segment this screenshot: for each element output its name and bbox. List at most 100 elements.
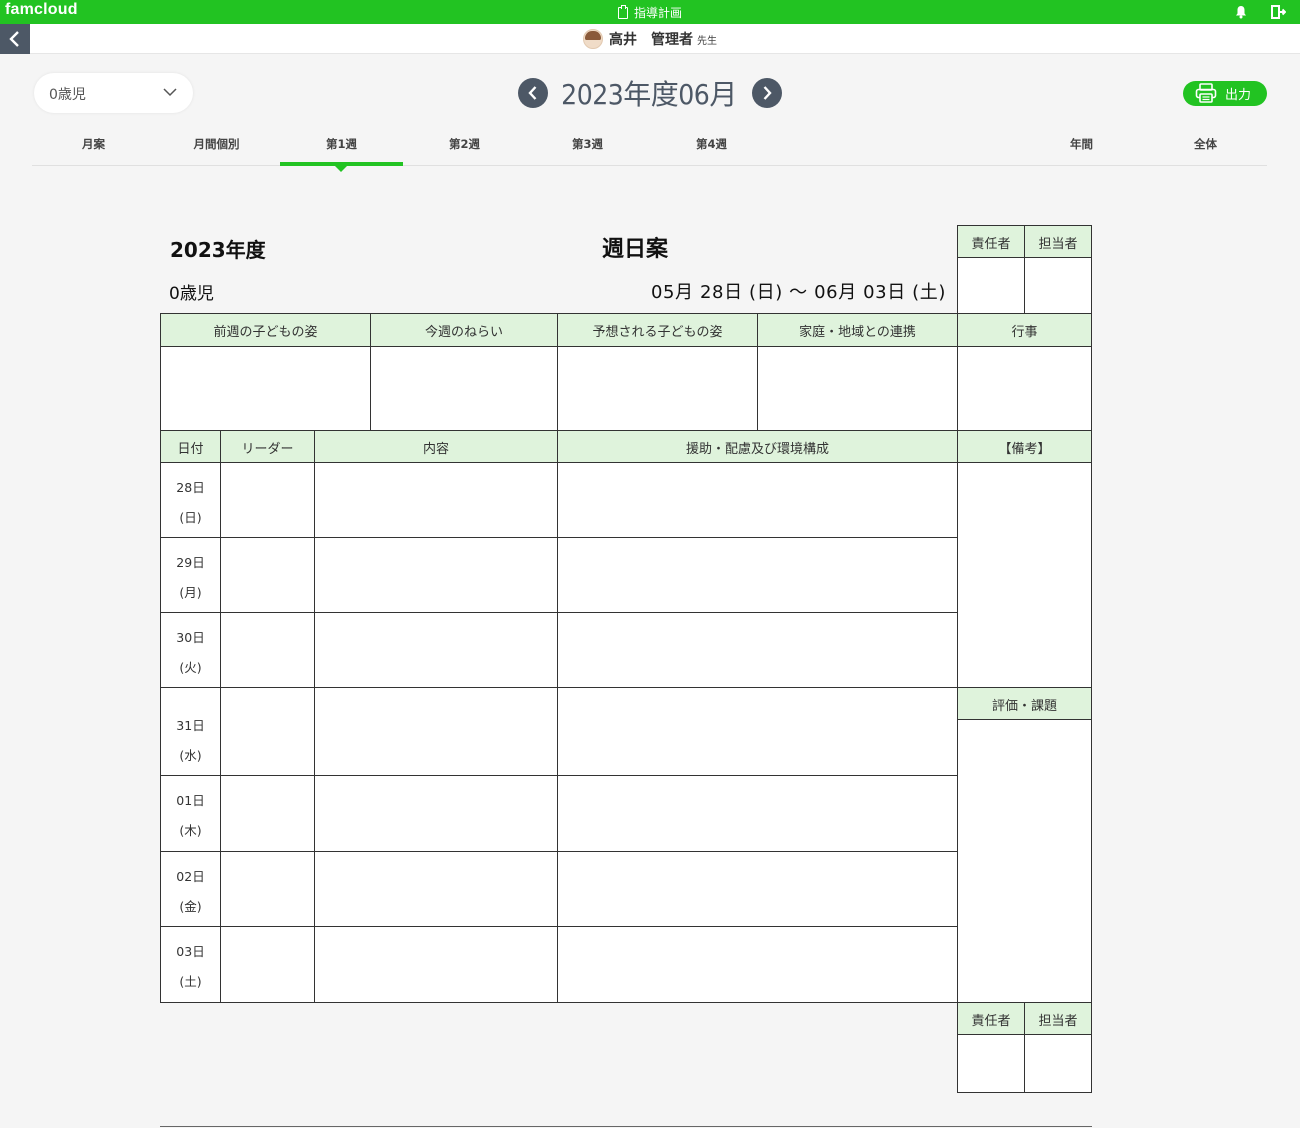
header-content: 内容 (314, 430, 558, 463)
user-suffix: 先生 (697, 36, 717, 47)
user-role: 管理者 (651, 32, 693, 48)
header-this-week-aims: 今週のねらい (370, 313, 558, 347)
day-date: 31日 (176, 718, 205, 733)
cell-remarks[interactable] (957, 462, 1092, 688)
header-content-label: 内容 (422, 442, 449, 457)
day-support-cell[interactable] (557, 537, 958, 613)
day-weekday: (金) (179, 899, 202, 914)
top-bar: famcloud 指導計画 (0, 0, 1300, 24)
tab-week-3[interactable]: 第3週 (526, 126, 649, 166)
plan-tabs: 月案 月間個別 第1週 第2週 第3週 第4週 年間 全体 (32, 126, 1267, 172)
next-page-edge (160, 1126, 1092, 1127)
day-support-cell[interactable] (557, 926, 958, 1003)
tab-week-2[interactable]: 第2週 (403, 126, 526, 166)
cell-events[interactable] (957, 346, 1092, 431)
sign-header-responsible: 責任者 (957, 225, 1025, 258)
day-leader-cell[interactable] (220, 537, 315, 613)
day-leader-cell[interactable] (220, 851, 315, 927)
next-month-button[interactable] (752, 78, 782, 108)
cell-this-week-aims[interactable] (370, 346, 558, 431)
day-content-cell[interactable] (314, 926, 558, 1003)
day-content-cell[interactable] (314, 851, 558, 927)
day-date-cell: 30日 (火) (160, 612, 221, 688)
logout-icon[interactable] (1270, 4, 1286, 20)
class-select-value: 0歳児 (49, 87, 86, 103)
user-bar: 高井 管理者 先生 (0, 24, 1300, 54)
tab-week-1[interactable]: 第1週 (280, 126, 403, 172)
document-date-range: 05月 28日 (日) ～ 06月 03日 (土) (650, 282, 946, 303)
day-weekday: (土) (179, 974, 202, 989)
day-leader-cell[interactable] (220, 687, 315, 776)
cell-family-community[interactable] (757, 346, 958, 431)
bell-icon[interactable] (1234, 5, 1248, 19)
header-last-week-children-label: 前週の子どもの姿 (213, 325, 318, 340)
document-title: 週日案 (601, 237, 668, 262)
header-evaluation-label: 評価・課題 (991, 699, 1057, 714)
header-evaluation: 評価・課題 (957, 687, 1092, 720)
day-support-cell[interactable] (557, 612, 958, 688)
clipboard-icon (617, 5, 628, 19)
day-support-cell[interactable] (557, 851, 958, 927)
header-events: 行事 (957, 313, 1092, 347)
header-events-label: 行事 (1011, 325, 1038, 340)
chevron-right-icon (763, 86, 772, 100)
day-date: 02日 (176, 869, 205, 884)
day-support-cell[interactable] (557, 462, 958, 538)
bottom-sign-header-in-charge: 担当者 (1024, 1002, 1092, 1035)
header-expected-children-label: 予想される子どもの姿 (592, 325, 723, 340)
sign-cell-in-charge[interactable] (1024, 257, 1092, 314)
previous-month-button[interactable] (518, 78, 548, 108)
day-date-cell: 01日 (木) (160, 775, 221, 852)
bottom-sign-cell-responsible[interactable] (957, 1034, 1025, 1093)
day-content-cell[interactable] (314, 775, 558, 852)
sign-header-in-charge: 担当者 (1024, 225, 1092, 258)
class-select[interactable]: 0歳児 (34, 73, 193, 113)
bottom-sign-header-responsible-label: 責任者 (971, 1014, 1011, 1029)
header-remarks: 【備考】 (957, 430, 1092, 463)
day-date-cell: 28日 (日) (160, 462, 221, 538)
sign-cell-responsible[interactable] (957, 257, 1025, 314)
tab-annual[interactable]: 年間 (1020, 126, 1143, 166)
day-date-cell: 03日 (土) (160, 926, 221, 1003)
chevron-down-icon (163, 88, 177, 97)
day-weekday: (木) (179, 823, 202, 838)
day-leader-cell[interactable] (220, 462, 315, 538)
print-button[interactable]: 出力 (1183, 81, 1267, 106)
cell-expected-children[interactable] (557, 346, 758, 431)
header-leader-label: リーダー (241, 442, 294, 457)
day-date-cell: 02日 (金) (160, 851, 221, 927)
tab-monthly-individual[interactable]: 月間個別 (155, 126, 278, 166)
cell-evaluation[interactable] (957, 719, 1092, 1003)
day-content-cell[interactable] (314, 612, 558, 688)
bottom-sign-header-responsible: 責任者 (957, 1002, 1025, 1035)
avatar (583, 29, 603, 49)
tab-overall[interactable]: 全体 (1144, 126, 1267, 166)
cell-last-week-children[interactable] (160, 346, 371, 431)
user-family-name: 高井 (609, 32, 637, 48)
sign-header-in-charge-label: 担当者 (1038, 237, 1078, 252)
page-title: 指導計画 (0, 4, 1300, 21)
day-date: 01日 (176, 793, 205, 808)
tab-monthly-plan[interactable]: 月案 (32, 126, 155, 166)
day-content-cell[interactable] (314, 462, 558, 538)
day-content-cell[interactable] (314, 537, 558, 613)
day-content-cell[interactable] (314, 687, 558, 776)
bottom-sign-cell-in-charge[interactable] (1024, 1034, 1092, 1093)
day-weekday: (日) (179, 510, 202, 525)
user-info: 高井 管理者 先生 (0, 29, 1300, 49)
day-leader-cell[interactable] (220, 612, 315, 688)
chevron-left-icon (528, 86, 537, 100)
day-support-cell[interactable] (557, 775, 958, 852)
day-leader-cell[interactable] (220, 926, 315, 1003)
header-family-community: 家庭・地域との連携 (757, 313, 958, 347)
bottom-sign-header-in-charge-label: 担当者 (1038, 1014, 1078, 1029)
day-date: 30日 (176, 630, 205, 645)
day-date-cell: 29日 (月) (160, 537, 221, 613)
day-weekday: (火) (179, 660, 202, 675)
day-support-cell[interactable] (557, 687, 958, 776)
header-family-community-label: 家庭・地域との連携 (799, 325, 916, 340)
day-leader-cell[interactable] (220, 775, 315, 852)
header-leader: リーダー (220, 430, 315, 463)
sign-header-responsible-label: 責任者 (971, 237, 1011, 252)
tab-week-4[interactable]: 第4週 (650, 126, 773, 166)
